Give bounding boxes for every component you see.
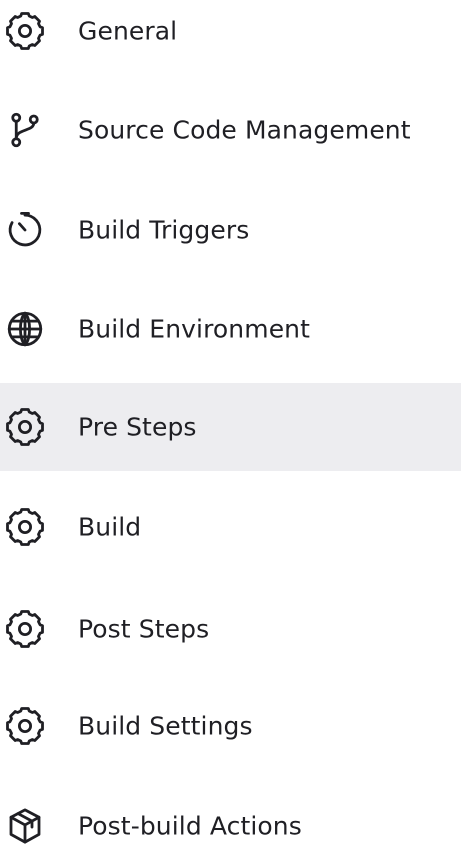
sidebar-item-source-code-management[interactable]: Source Code Management <box>0 86 461 174</box>
sidebar-item-label: Post Steps <box>78 614 210 644</box>
git-branch-icon <box>4 109 46 151</box>
sidebar-item-label: Build Environment <box>78 314 311 344</box>
sidebar-item-label: General <box>78 16 178 46</box>
sidebar-item-label: Build Settings <box>78 711 253 741</box>
sidebar-item-label: Source Code Management <box>78 115 411 145</box>
sidebar-item-post-steps[interactable]: Post Steps <box>0 585 461 673</box>
gear-icon <box>4 406 46 448</box>
gear-icon <box>4 506 46 548</box>
sidebar-item-build-triggers[interactable]: Build Triggers <box>0 186 461 274</box>
globe-icon <box>4 308 46 350</box>
gear-icon <box>4 608 46 650</box>
sidebar-item-label: Build Triggers <box>78 215 250 245</box>
gear-icon <box>4 10 46 52</box>
sidebar-item-pre-steps[interactable]: Pre Steps <box>0 383 461 471</box>
sidebar-item-label: Pre Steps <box>78 412 197 442</box>
package-icon <box>4 805 46 845</box>
sidebar-item-label: Post-build Actions <box>78 811 302 841</box>
timer-icon <box>4 209 46 251</box>
sidebar-item-build[interactable]: Build <box>0 483 461 571</box>
sidebar-item-post-build-actions[interactable]: Post-build Actions <box>0 782 461 845</box>
sidebar-item-build-settings[interactable]: Build Settings <box>0 682 461 770</box>
config-sidebar-nav: General Source Code Management Build Tri… <box>0 0 461 845</box>
gear-icon <box>4 705 46 747</box>
sidebar-item-general[interactable]: General <box>0 0 461 75</box>
sidebar-item-label: Build <box>78 512 142 542</box>
sidebar-item-build-environment[interactable]: Build Environment <box>0 285 461 373</box>
